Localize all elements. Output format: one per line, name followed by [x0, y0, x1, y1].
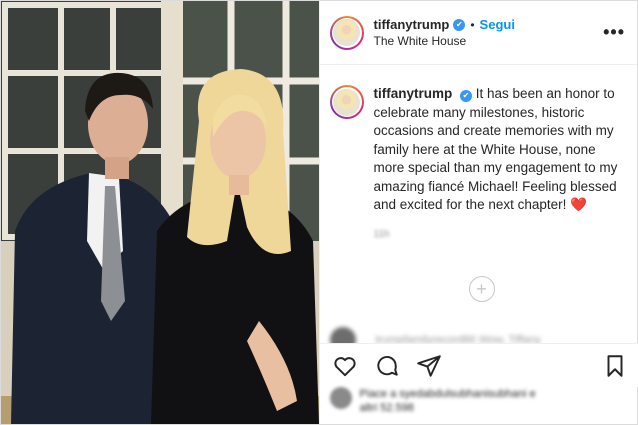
post-timestamp: 11h [373, 228, 390, 240]
caption-avatar[interactable] [329, 85, 364, 119]
verified-badge-icon: ✔ [460, 90, 473, 102]
likes-line-2: altri 52.598 [359, 402, 414, 414]
action-bar [319, 343, 638, 387]
follow-button[interactable]: Segui [480, 17, 515, 32]
location-link[interactable]: The White House [374, 34, 604, 48]
likes-summary[interactable]: Piace a syedabdulsubhanisubhani e altri … [329, 387, 536, 415]
caption-text: tiffanytrump ✔ It has been an honor to c… [374, 85, 624, 215]
paper-plane-icon[interactable] [416, 353, 442, 379]
post-photo[interactable] [1, 1, 319, 424]
profile-avatar[interactable] [329, 15, 364, 50]
post-header: tiffanytrump ✔ • Segui The White House •… [319, 1, 637, 65]
heart-outline-icon[interactable] [332, 353, 358, 379]
caption-body: It has been an honor to celebrate many m… [373, 86, 618, 212]
likes-line-1: Piace a syedabdulsubhanisubhani e [359, 388, 536, 400]
plus-circle-icon[interactable]: + [468, 276, 495, 302]
verified-badge-icon: ✔ [453, 18, 466, 31]
post-side-panel: tiffanytrump ✔ • Segui The White House •… [318, 1, 638, 424]
more-options-icon[interactable]: ••• [603, 22, 625, 43]
likes-text: Piace a syedabdulsubhanisubhani e altri … [360, 387, 536, 415]
liker-avatar [329, 387, 352, 409]
bookmark-icon[interactable] [602, 353, 628, 379]
caption-username-link[interactable]: tiffanytrump [374, 86, 453, 101]
instagram-post: tiffanytrump ✔ • Segui The White House •… [0, 0, 638, 425]
header-text: tiffanytrump ✔ • Segui The White House [374, 17, 604, 48]
comment-bubble-icon[interactable] [374, 353, 400, 379]
heart-emoji: ❤️ [570, 197, 587, 212]
header-row: tiffanytrump ✔ • Segui [374, 17, 604, 32]
separator-dot: • [470, 17, 475, 32]
caption: tiffanytrump ✔ It has been an honor to c… [320, 65, 638, 215]
couple-photo-illustration [1, 1, 319, 424]
username-link[interactable]: tiffanytrump [374, 17, 450, 32]
